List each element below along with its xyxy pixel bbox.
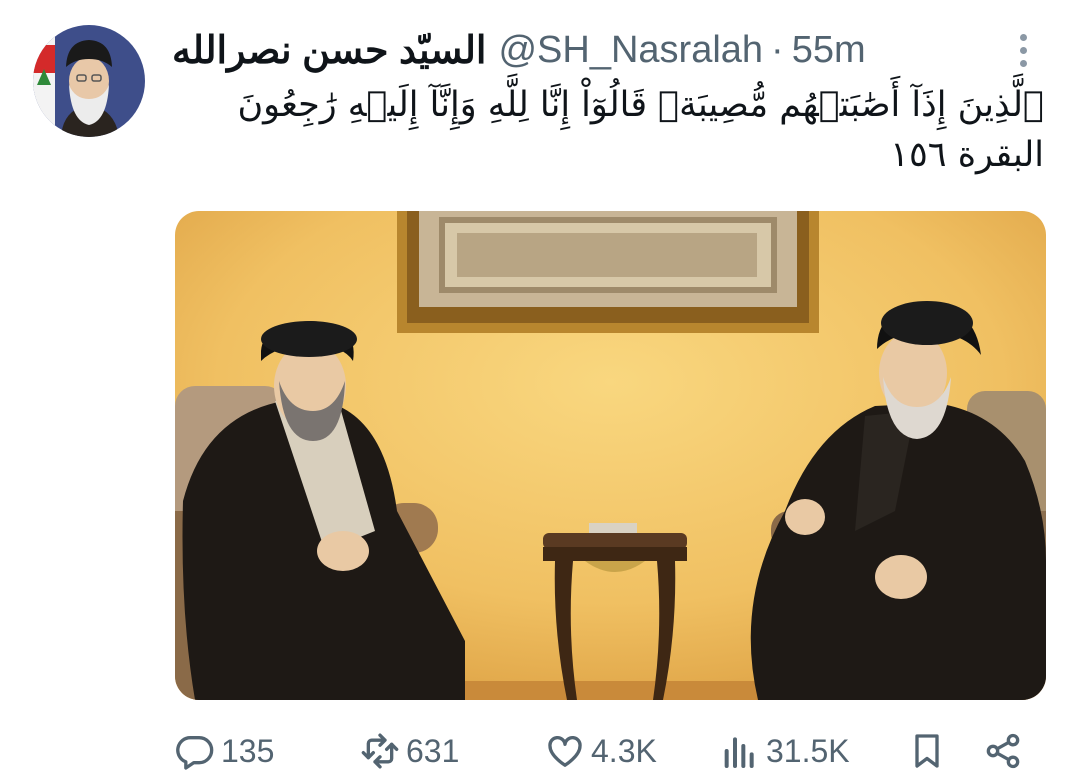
views-button[interactable]: 31.5K xyxy=(720,725,850,777)
more-options-icon[interactable] xyxy=(1008,30,1038,70)
tweet-text-line: ٱلَّذِينَ إِذَآ أَصَٰبَتۡهُم مُّصِيبَةٞ … xyxy=(237,85,1044,125)
tweet-header: السيّد حسن نصرالله @SH_Nasralah · 55m xyxy=(172,22,962,78)
photo-image xyxy=(175,211,1046,700)
tweet-actions: 135 631 4.3K 31.5K xyxy=(175,725,1045,777)
timestamp[interactable]: 55m xyxy=(792,29,866,72)
tweet-text: ٱلَّذِينَ إِذَآ أَصَٰبَتۡهُم مُّصِيبَةٞ … xyxy=(164,80,1044,180)
views-icon xyxy=(724,737,754,768)
bookmark-button[interactable] xyxy=(907,725,947,777)
share-button[interactable] xyxy=(983,725,1023,777)
reply-icon xyxy=(176,735,214,770)
author-name[interactable]: السيّد حسن نصرالله xyxy=(172,28,486,73)
separator-dot: · xyxy=(771,28,784,71)
like-count: 4.3K xyxy=(591,732,657,769)
retweet-button[interactable]: 631 xyxy=(360,725,459,777)
heart-icon xyxy=(548,735,582,767)
views-count: 31.5K xyxy=(766,732,850,769)
tweet-text-line: البقرة ١٥٦ xyxy=(890,135,1044,175)
reply-count: 135 xyxy=(221,732,275,769)
like-button[interactable]: 4.3K xyxy=(545,725,657,777)
tweet-photo[interactable] xyxy=(175,211,1046,700)
retweet-count: 631 xyxy=(406,732,460,769)
share-icon xyxy=(986,733,1020,769)
bookmark-icon xyxy=(915,734,939,768)
author-handle[interactable]: @SH_Nasralah xyxy=(498,29,763,72)
avatar[interactable] xyxy=(33,25,145,137)
retweet-icon xyxy=(361,733,399,769)
reply-button[interactable]: 135 xyxy=(175,725,274,777)
avatar-image xyxy=(33,25,145,137)
